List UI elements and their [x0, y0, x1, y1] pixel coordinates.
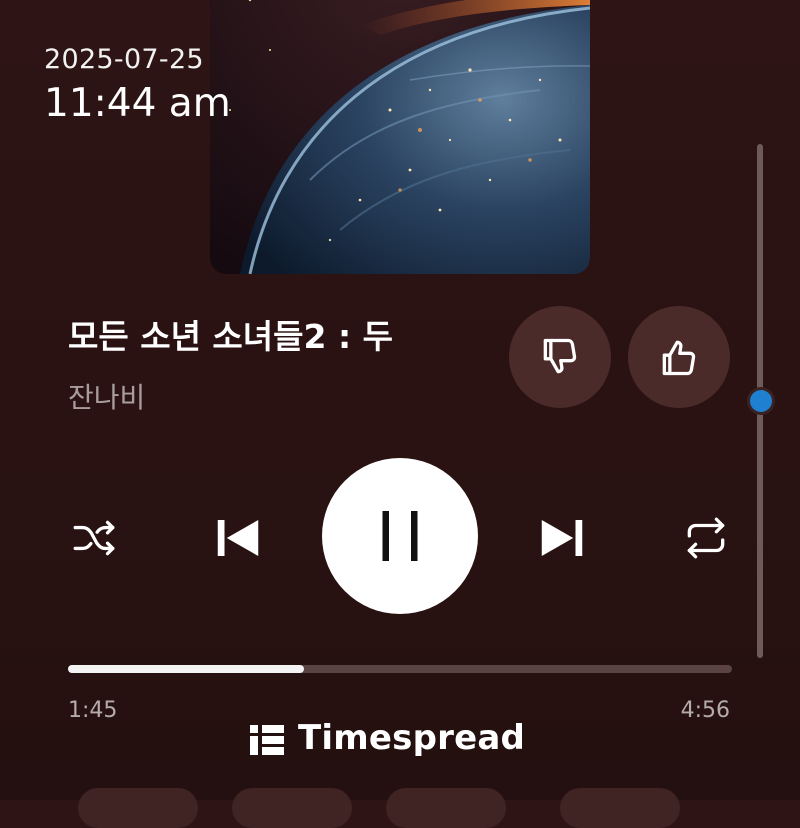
- next-button[interactable]: [532, 508, 592, 568]
- like-button[interactable]: [628, 306, 730, 408]
- pause-icon: [382, 511, 418, 561]
- artist-name[interactable]: 잔나비: [68, 376, 145, 416]
- dislike-button[interactable]: [509, 306, 611, 408]
- brand-watermark: Timespread: [250, 718, 525, 758]
- progress-fill: [68, 665, 304, 673]
- elapsed-time: 1:45: [68, 698, 118, 723]
- skip-next-icon: [541, 520, 583, 556]
- bottom-tab-chip[interactable]: [560, 788, 680, 828]
- thumbs-down-icon: [543, 338, 577, 374]
- timespread-logo-icon: [250, 725, 284, 755]
- album-art: [210, 0, 590, 274]
- status-date: 2025-07-25: [44, 44, 204, 75]
- repeat-icon: [687, 517, 725, 559]
- bottom-tab-chip[interactable]: [232, 788, 352, 828]
- song-title: 모든 소년 소녀들2 : 두: [68, 317, 393, 356]
- brand-name: Timespread: [298, 718, 526, 758]
- status-time: 11:44 am: [44, 81, 231, 126]
- status-datetime: 2025-07-25 11:44 am: [44, 44, 231, 126]
- bottom-tab-chip[interactable]: [78, 788, 198, 828]
- shuffle-icon: [73, 520, 115, 556]
- skip-previous-icon: [217, 520, 259, 556]
- bottom-tab-chip[interactable]: [386, 788, 506, 828]
- shuffle-button[interactable]: [66, 510, 122, 566]
- progress-bar[interactable]: [68, 665, 732, 673]
- repeat-button[interactable]: [678, 510, 734, 566]
- play-pause-button[interactable]: [322, 458, 478, 614]
- total-duration: 4:56: [680, 698, 730, 723]
- thumbs-up-icon: [662, 340, 696, 376]
- volume-slider-thumb[interactable]: [750, 390, 772, 412]
- previous-button[interactable]: [208, 508, 268, 568]
